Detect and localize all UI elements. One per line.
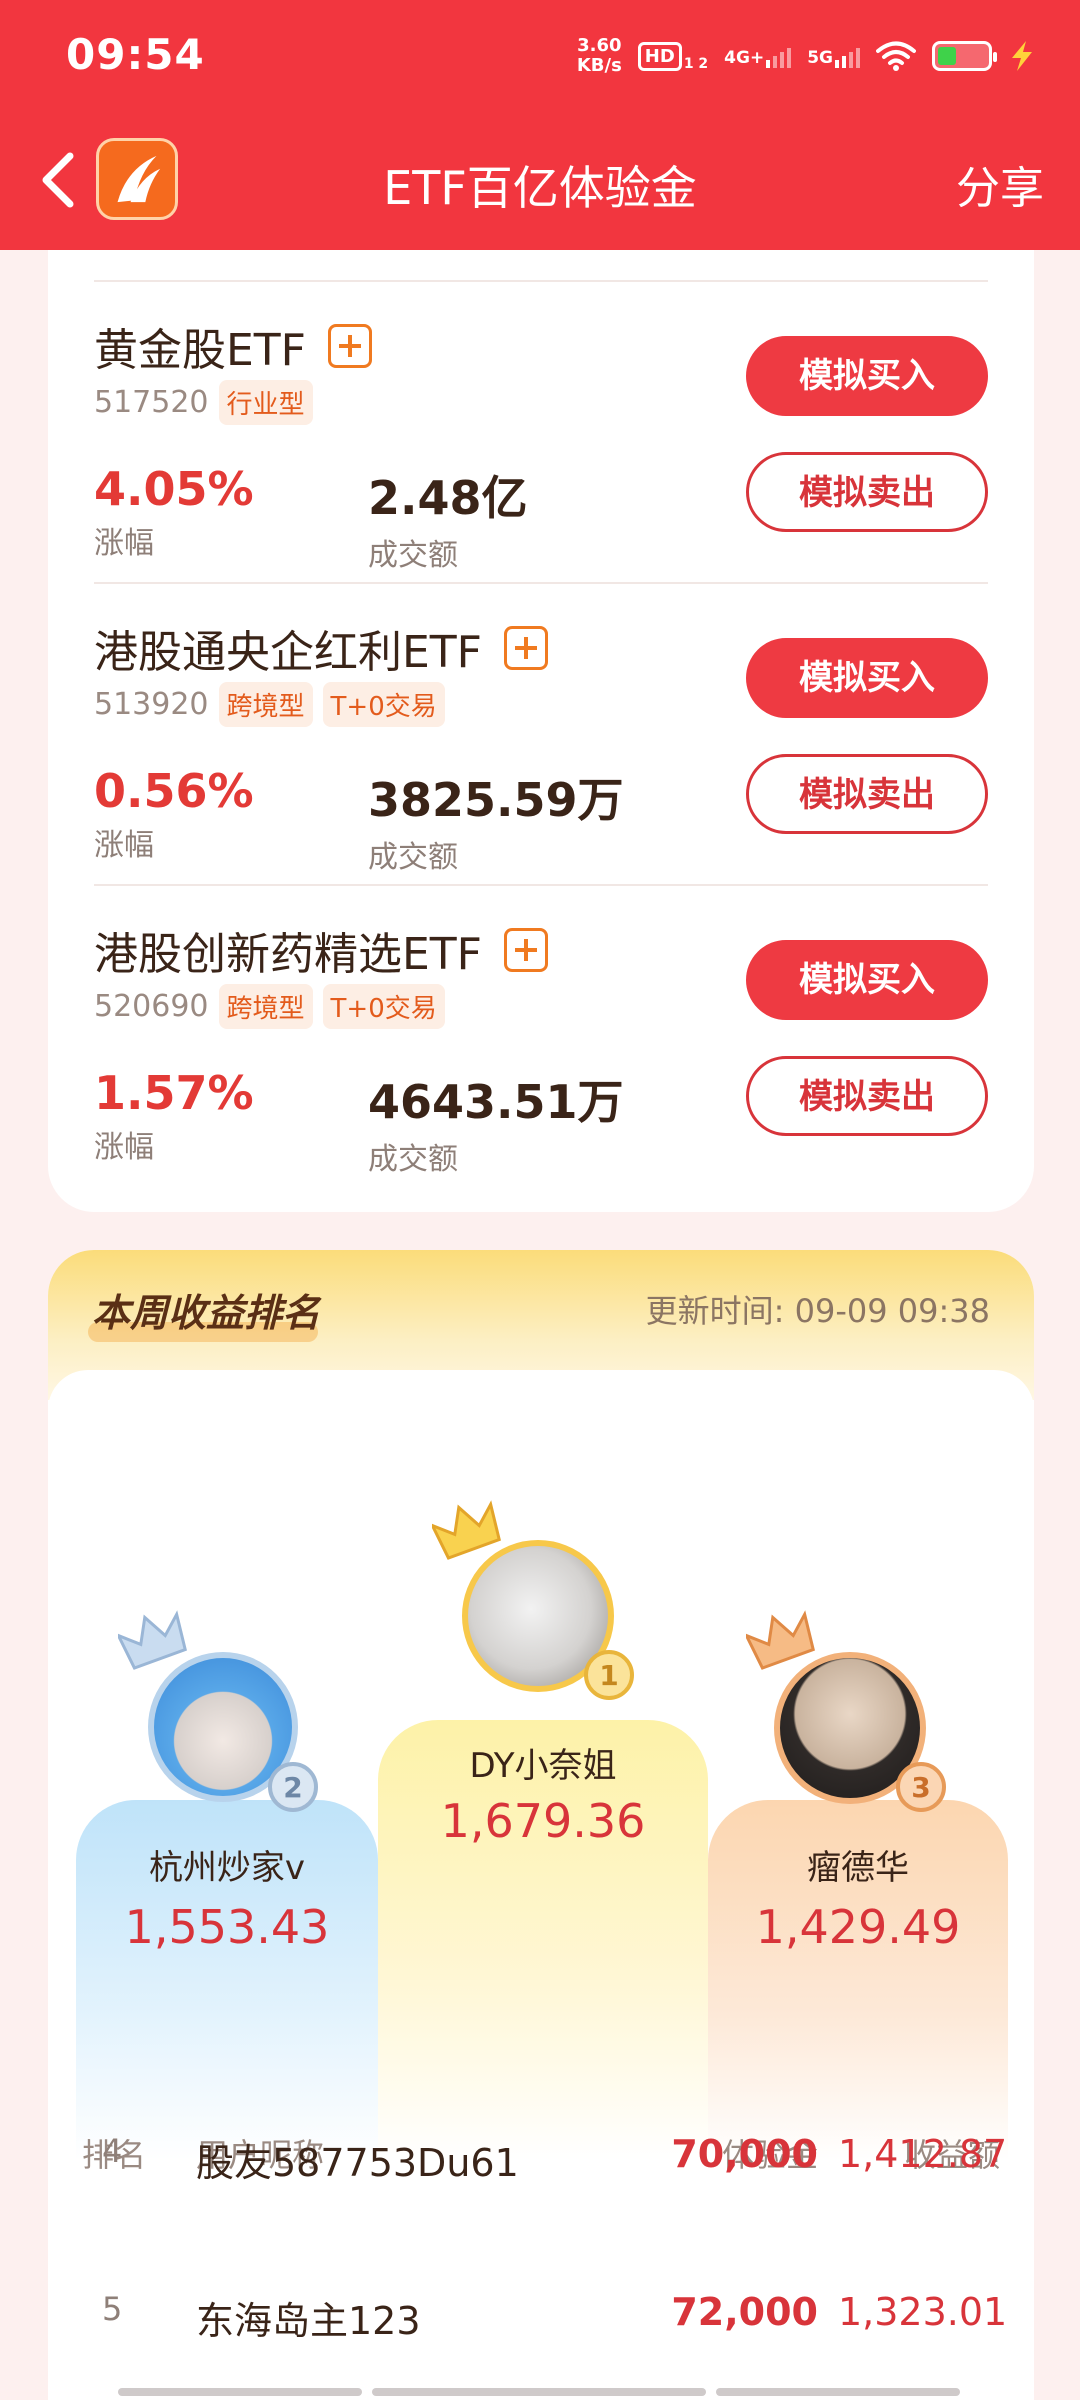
amount-label: 成交额 [368,1142,458,1177]
amount-stat: 4643.51万 成交额 [368,1066,624,1178]
etf-item: 港股通央企红利ETF 513920 跨境型 T+0交易 0.56% 涨幅 382… [94,584,988,886]
change-stat: 4.05% 涨幅 [94,462,254,562]
update-time: 更新时间: 09-09 09:38 [645,1292,990,1330]
row-rank: 4 [102,2132,123,2170]
etf-tag: 跨境型 [218,984,313,1029]
amount-label: 成交额 [368,538,458,573]
etf-code: 517520 [94,385,209,420]
network-speed: 3.60 KB/s [576,35,622,76]
row-user: 东海岛主123 [196,2299,421,2343]
amount-value: 2.48亿 [368,471,528,525]
etf-tag: 跨境型 [218,682,313,727]
nav-bar: ETF百亿体验金 分享 [0,112,1080,250]
rank-badge-1: 1 [584,1650,634,1700]
signal-5g-icon: 5G [807,44,860,68]
ranking-title: 本周收益排名 [92,1291,321,1335]
change-label: 涨幅 [94,828,154,863]
top-bar: 09:54 3.60 KB/s HD 1 2 4G+ 5G ETF百亿体验金 分… [0,0,1080,250]
etf-code-row: 517520 行业型 [94,380,313,425]
rank-badge-2: 2 [268,1762,318,1812]
etf-name: 港股通央企红利ETF [94,616,548,680]
simulated-buy-button[interactable]: 模拟买入 [746,336,988,416]
row-fund: 72,000 [671,2290,818,2334]
podium-second-name: 杭州炒家v [148,1848,306,1888]
gold-crown-icon [432,1500,501,1560]
change-value: 1.57% [94,1066,254,1120]
etf-code-row: 513920 跨境型 T+0交易 [94,682,445,727]
etf-code: 520690 [94,989,209,1024]
row-fund: 70,000 [671,2132,818,2176]
wifi-icon [876,41,916,71]
share-button[interactable]: 分享 [956,152,1044,216]
etf-tag: T+0交易 [322,682,445,727]
bronze-crown-icon [746,1610,815,1670]
signal-4g-icon: 4G+ [724,44,792,68]
hd-volte-icon: HD 1 2 [637,41,708,71]
etf-code: 513920 [94,687,209,722]
podium-third-score: 1,429.49 [755,1900,961,1954]
add-watchlist-icon[interactable] [504,626,548,670]
rank-badge-3: 3 [896,1762,946,1812]
podium-area: 2 1 3 DY小奈姐 1,679.36 杭州炒家v 1,553.43 瘤德华 … [48,1370,1034,2200]
row-income: 1,412.87 [838,2132,1008,2176]
podium-second-score: 1,553.43 [124,1900,330,1954]
podium-third-name: 瘤德华 [807,1848,909,1888]
etf-tag: 行业型 [218,380,313,425]
simulated-buy-button[interactable]: 模拟买入 [746,638,988,718]
status-time: 09:54 [66,30,205,79]
silver-crown-icon [118,1610,187,1670]
etf-tag: T+0交易 [322,984,445,1029]
add-watchlist-icon[interactable] [504,928,548,972]
status-bar: 09:54 3.60 KB/s HD 1 2 4G+ 5G [0,0,1080,112]
change-value: 0.56% [94,764,254,818]
battery-icon [932,41,997,71]
etf-code-row: 520690 跨境型 T+0交易 [94,984,445,1029]
amount-stat: 3825.59万 成交额 [368,764,624,876]
weekly-ranking-section: 本周收益排名 更新时间: 09-09 09:38 2 1 3 DY小奈姐 1,6… [48,1250,1034,2400]
table-row[interactable]: 5 东海岛主123 72,000 1,323.01 [48,2290,1034,2390]
amount-label: 成交额 [368,840,458,875]
amount-value: 4643.51万 [368,1075,624,1129]
status-icons: 3.60 KB/s HD 1 2 4G+ 5G [577,32,1036,80]
change-value: 4.05% [94,462,254,516]
page-title: ETF百亿体验金 [383,161,697,215]
simulated-sell-button[interactable]: 模拟卖出 [746,1056,988,1136]
etf-name: 黄金股ETF [94,314,372,378]
simulated-buy-button[interactable]: 模拟买入 [746,940,988,1020]
table-row[interactable]: 4 股友587753Du61 70,000 1,412.87 [48,2132,1034,2232]
simulated-sell-button[interactable]: 模拟卖出 [746,452,988,532]
change-label: 涨幅 [94,526,154,561]
row-income: 1,323.01 [838,2290,1008,2334]
etf-item: 港股创新药精选ETF 520690 跨境型 T+0交易 1.57% 涨幅 464… [94,886,988,1188]
change-stat: 1.57% 涨幅 [94,1066,254,1166]
etf-name: 港股创新药精选ETF [94,918,548,982]
change-stat: 0.56% 涨幅 [94,764,254,864]
charging-bolt-icon [1012,41,1032,71]
simulated-sell-button[interactable]: 模拟卖出 [746,754,988,834]
etf-list-card: 黄金股ETF 517520 行业型 4.05% 涨幅 2.48亿 成交额 模拟买… [48,250,1034,1212]
add-watchlist-icon[interactable] [328,324,372,368]
amount-stat: 2.48亿 成交额 [368,462,528,574]
horizontal-scrollbar[interactable] [118,2388,960,2396]
row-user: 股友587753Du61 [196,2141,519,2185]
podium-first-score: 1,679.36 [440,1794,646,1848]
podium-first-name: DY小奈姐 [469,1746,617,1786]
amount-value: 3825.59万 [368,773,624,827]
etf-item: 黄金股ETF 517520 行业型 4.05% 涨幅 2.48亿 成交额 模拟买… [94,282,988,584]
row-rank: 5 [102,2290,123,2328]
change-label: 涨幅 [94,1130,154,1165]
